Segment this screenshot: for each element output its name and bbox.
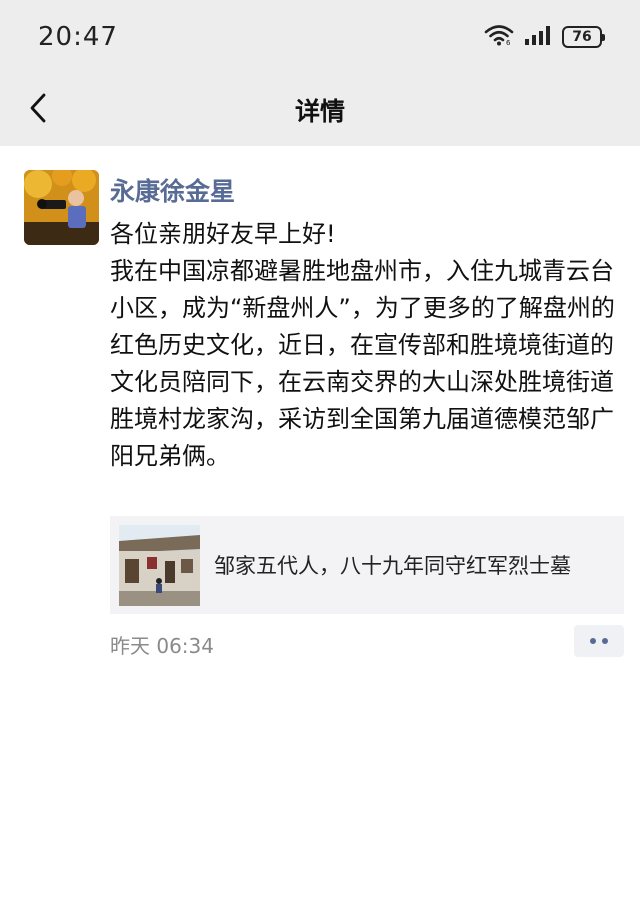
wifi-icon: 6 [484, 24, 514, 50]
article-title: 邹家五代人，八十九年同守红军烈士墓 [214, 554, 571, 578]
post-content: 各位亲朋好友早上好! 我在中国凉都避暑胜地盘州市，入住九城青云台小区，成为“新盘… [110, 216, 618, 475]
post-timestamp: 昨天 06:34 [110, 634, 214, 658]
more-dots-icon [602, 638, 608, 644]
author-name[interactable]: 永康徐金星 [110, 172, 235, 208]
status-icons: 6 76 [484, 24, 605, 50]
signal-icon [524, 25, 552, 49]
avatar[interactable] [24, 170, 99, 245]
svg-text:6: 6 [506, 39, 511, 46]
status-time: 20:47 [38, 22, 118, 52]
battery-level: 76 [572, 29, 592, 45]
article-thumbnail [119, 524, 200, 606]
post-greeting: 各位亲朋好友早上好! [110, 220, 336, 248]
article-link-card[interactable]: 邹家五代人，八十九年同守红军烈士墓 [110, 516, 624, 614]
post-body: 我在中国凉都避暑胜地盘州市，入住九城青云台小区，成为“新盘州人”，为了更多的了解… [110, 257, 615, 470]
more-actions-button[interactable] [574, 625, 624, 657]
more-dots-icon [590, 638, 596, 644]
nav-bar: 详情 [0, 78, 640, 146]
battery-icon: 76 [562, 26, 605, 48]
page-title: 详情 [294, 97, 345, 126]
status-bar: 20:47 6 76 [0, 0, 640, 78]
